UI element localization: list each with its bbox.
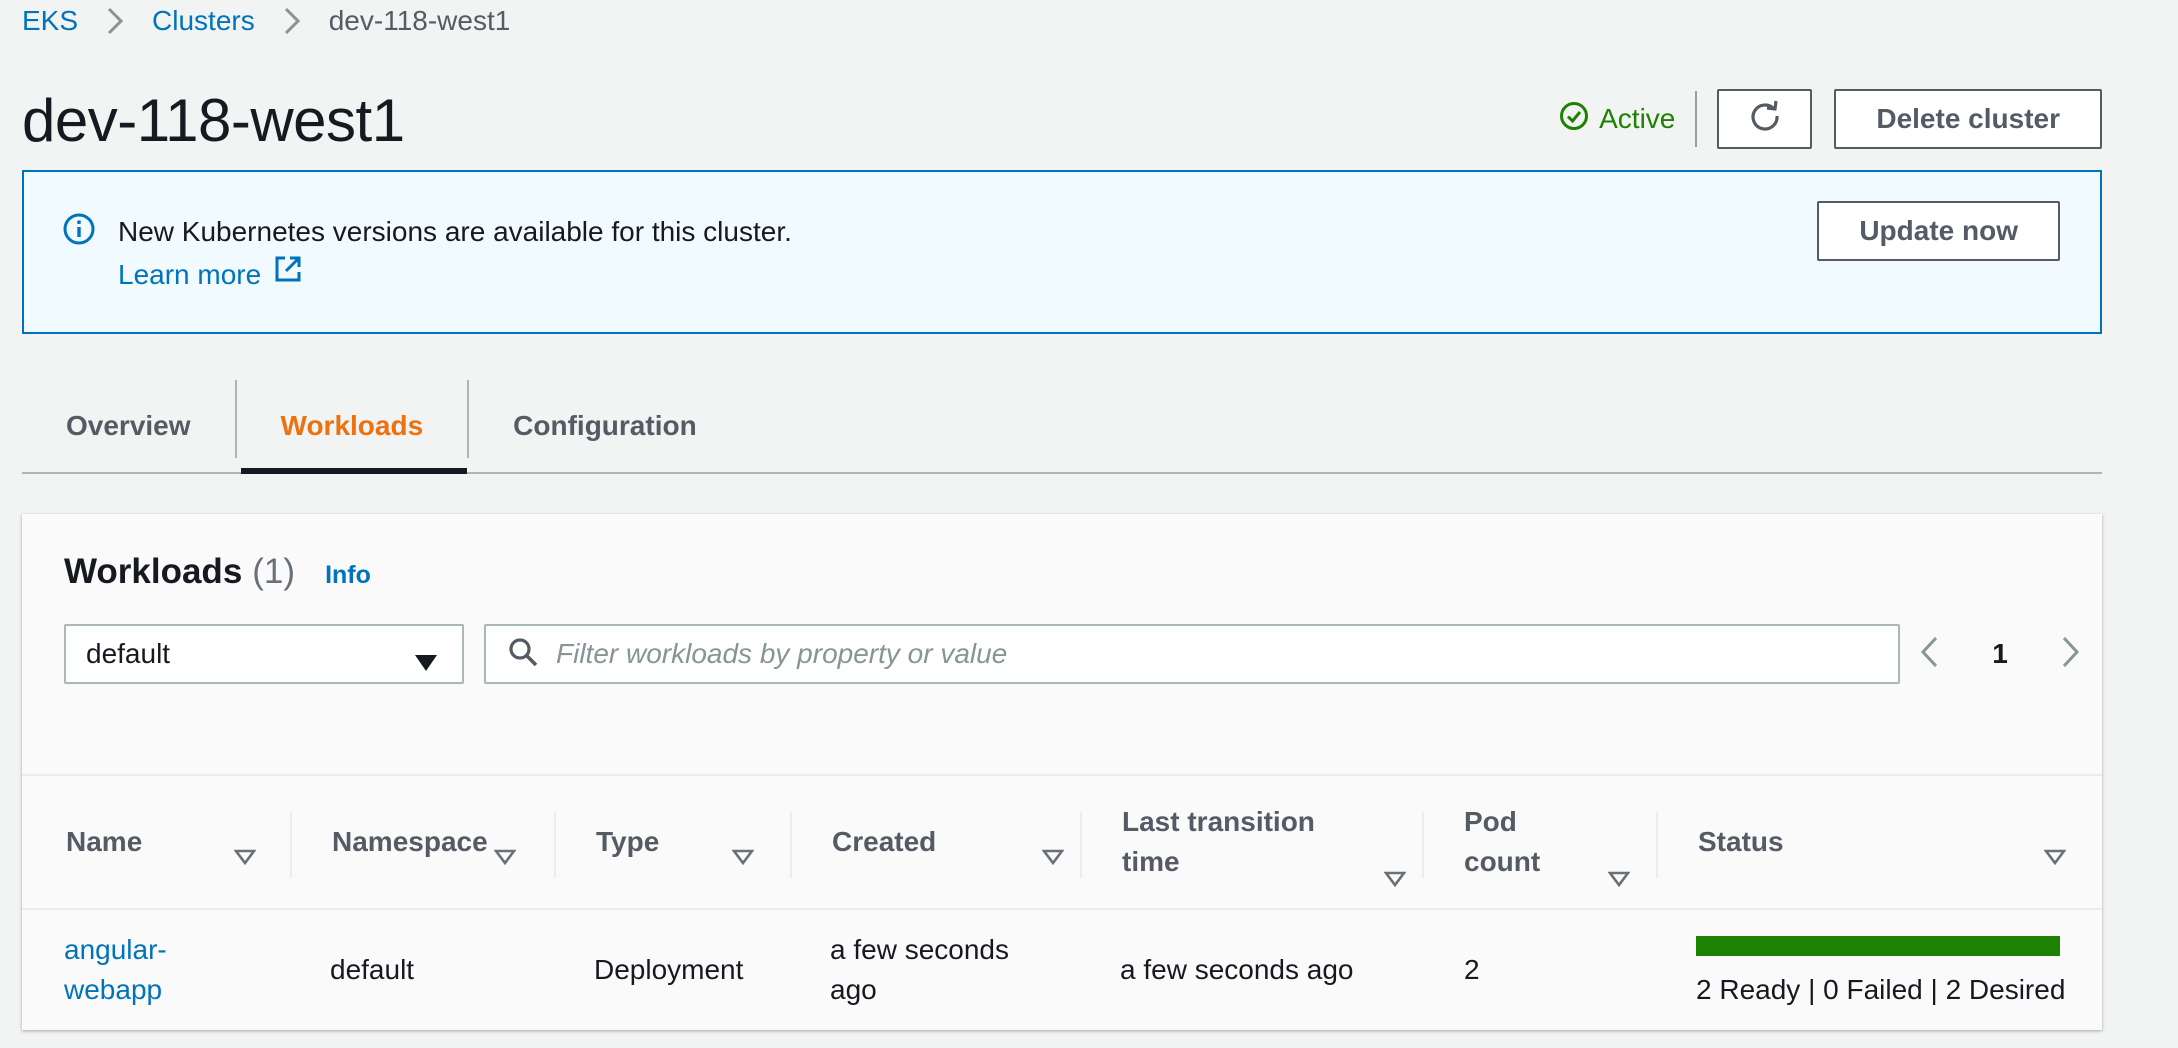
column-header-name[interactable]: Name	[66, 776, 257, 908]
column-label: Created	[832, 826, 937, 857]
chevron-right-icon	[281, 4, 303, 38]
banner-message: New Kubernetes versions are available fo…	[118, 216, 792, 247]
learn-more-label: Learn more	[118, 258, 262, 290]
chevron-left-icon[interactable]	[1920, 636, 1938, 673]
last-transition-cell: a few seconds ago	[1120, 954, 1354, 985]
sort-caret-icon	[233, 836, 257, 876]
workloads-panel: Workloads (1) Info default 1 Name	[22, 514, 2102, 1030]
info-link[interactable]: Info	[325, 561, 371, 590]
cluster-status: Active	[1559, 101, 1675, 138]
tab-workloads[interactable]: Workloads	[237, 380, 468, 474]
workload-count: (1)	[252, 552, 296, 591]
breadcrumb-clusters-link[interactable]: Clusters	[152, 5, 255, 37]
namespace-cell: default	[330, 954, 415, 985]
column-divider	[290, 812, 292, 878]
column-label: Pod	[1464, 806, 1517, 837]
divider	[1695, 91, 1698, 147]
column-divider	[1422, 812, 1424, 878]
column-label: Name	[66, 826, 143, 857]
table-row: angular- webapp default Deployment a few…	[22, 910, 2102, 1030]
column-header-type[interactable]: Type	[596, 776, 796, 908]
pod-count-cell: 2	[1464, 954, 1480, 985]
tab-configuration[interactable]: Configuration	[469, 380, 741, 472]
sort-caret-icon	[1383, 858, 1407, 898]
refresh-icon	[1747, 98, 1783, 141]
created-cell: a few seconds ago	[830, 910, 1080, 1030]
namespace-select-value: default	[86, 638, 171, 669]
created-line: ago	[830, 974, 877, 1005]
tab-overview[interactable]: Overview	[22, 380, 235, 472]
delete-cluster-button[interactable]: Delete cluster	[1834, 89, 2102, 149]
external-link-icon	[273, 254, 303, 295]
table-header: Name Namespace Type Created Last transit…	[22, 774, 2102, 910]
sort-caret-icon	[493, 836, 517, 876]
column-label: Last transition	[1122, 806, 1315, 837]
search-icon	[508, 637, 538, 672]
breadcrumb-eks-link[interactable]: EKS	[22, 5, 78, 37]
column-header-status[interactable]: Status	[1698, 776, 2088, 908]
column-label: time	[1122, 846, 1180, 877]
column-label: Namespace	[332, 826, 488, 857]
workload-name-link[interactable]: angular- webapp	[64, 910, 284, 1030]
chevron-right-icon[interactable]	[2062, 636, 2080, 673]
check-circle-icon	[1559, 101, 1589, 138]
column-header-pod-count[interactable]: Pod count	[1464, 776, 1664, 908]
panel-title: Workloads	[64, 552, 243, 591]
status-text: 2 Ready | 0 Failed | 2 Desired	[1696, 974, 2066, 1005]
filter-search	[484, 624, 1900, 684]
column-divider	[1656, 812, 1658, 878]
column-divider	[790, 812, 792, 878]
sort-caret-icon	[1041, 836, 1065, 876]
filter-workloads-input[interactable]	[556, 638, 1898, 670]
column-header-last-transition-time[interactable]: Last transition time	[1122, 776, 1422, 908]
column-label: count	[1464, 846, 1541, 877]
version-update-banner: New Kubernetes versions are available fo…	[22, 170, 2102, 334]
info-circle-icon	[62, 212, 96, 251]
update-now-button[interactable]: Update now	[1817, 201, 2060, 261]
workload-name-line: webapp	[64, 974, 163, 1005]
header-actions: Active Delete cluster	[1559, 89, 2102, 149]
status-progress-bar	[1696, 936, 2060, 956]
created-line: a few seconds	[830, 934, 1009, 965]
page-title: dev-118-west1	[22, 87, 405, 154]
pagination: 1	[1920, 624, 2080, 684]
column-header-namespace[interactable]: Namespace	[332, 776, 552, 908]
refresh-button[interactable]	[1717, 89, 1813, 149]
learn-more-link[interactable]: Learn more	[118, 254, 303, 295]
breadcrumb: EKS Clusters dev-118-west1	[22, 4, 510, 38]
sort-caret-icon	[2043, 836, 2067, 876]
column-label: Type	[596, 826, 660, 857]
workload-name-line: angular-	[64, 934, 167, 965]
page-number[interactable]: 1	[1992, 638, 2008, 670]
column-divider	[554, 812, 556, 878]
column-label: Status	[1698, 826, 1784, 857]
type-cell: Deployment	[594, 954, 744, 985]
chevron-right-icon	[104, 4, 126, 38]
status-label: Active	[1599, 103, 1676, 134]
namespace-select[interactable]: default	[64, 624, 464, 684]
column-divider	[1080, 812, 1082, 878]
sort-caret-icon	[731, 836, 755, 876]
panel-header: Workloads (1) Info	[64, 552, 371, 592]
status-cell: 2 Ready | 0 Failed | 2 Desired	[1696, 910, 2076, 1030]
column-header-created[interactable]: Created	[832, 776, 1072, 908]
caret-down-icon	[414, 647, 438, 679]
breadcrumb-current: dev-118-west1	[328, 5, 511, 36]
sort-caret-icon	[1607, 858, 1631, 898]
tab-list: Overview Workloads Configuration	[22, 380, 2102, 474]
